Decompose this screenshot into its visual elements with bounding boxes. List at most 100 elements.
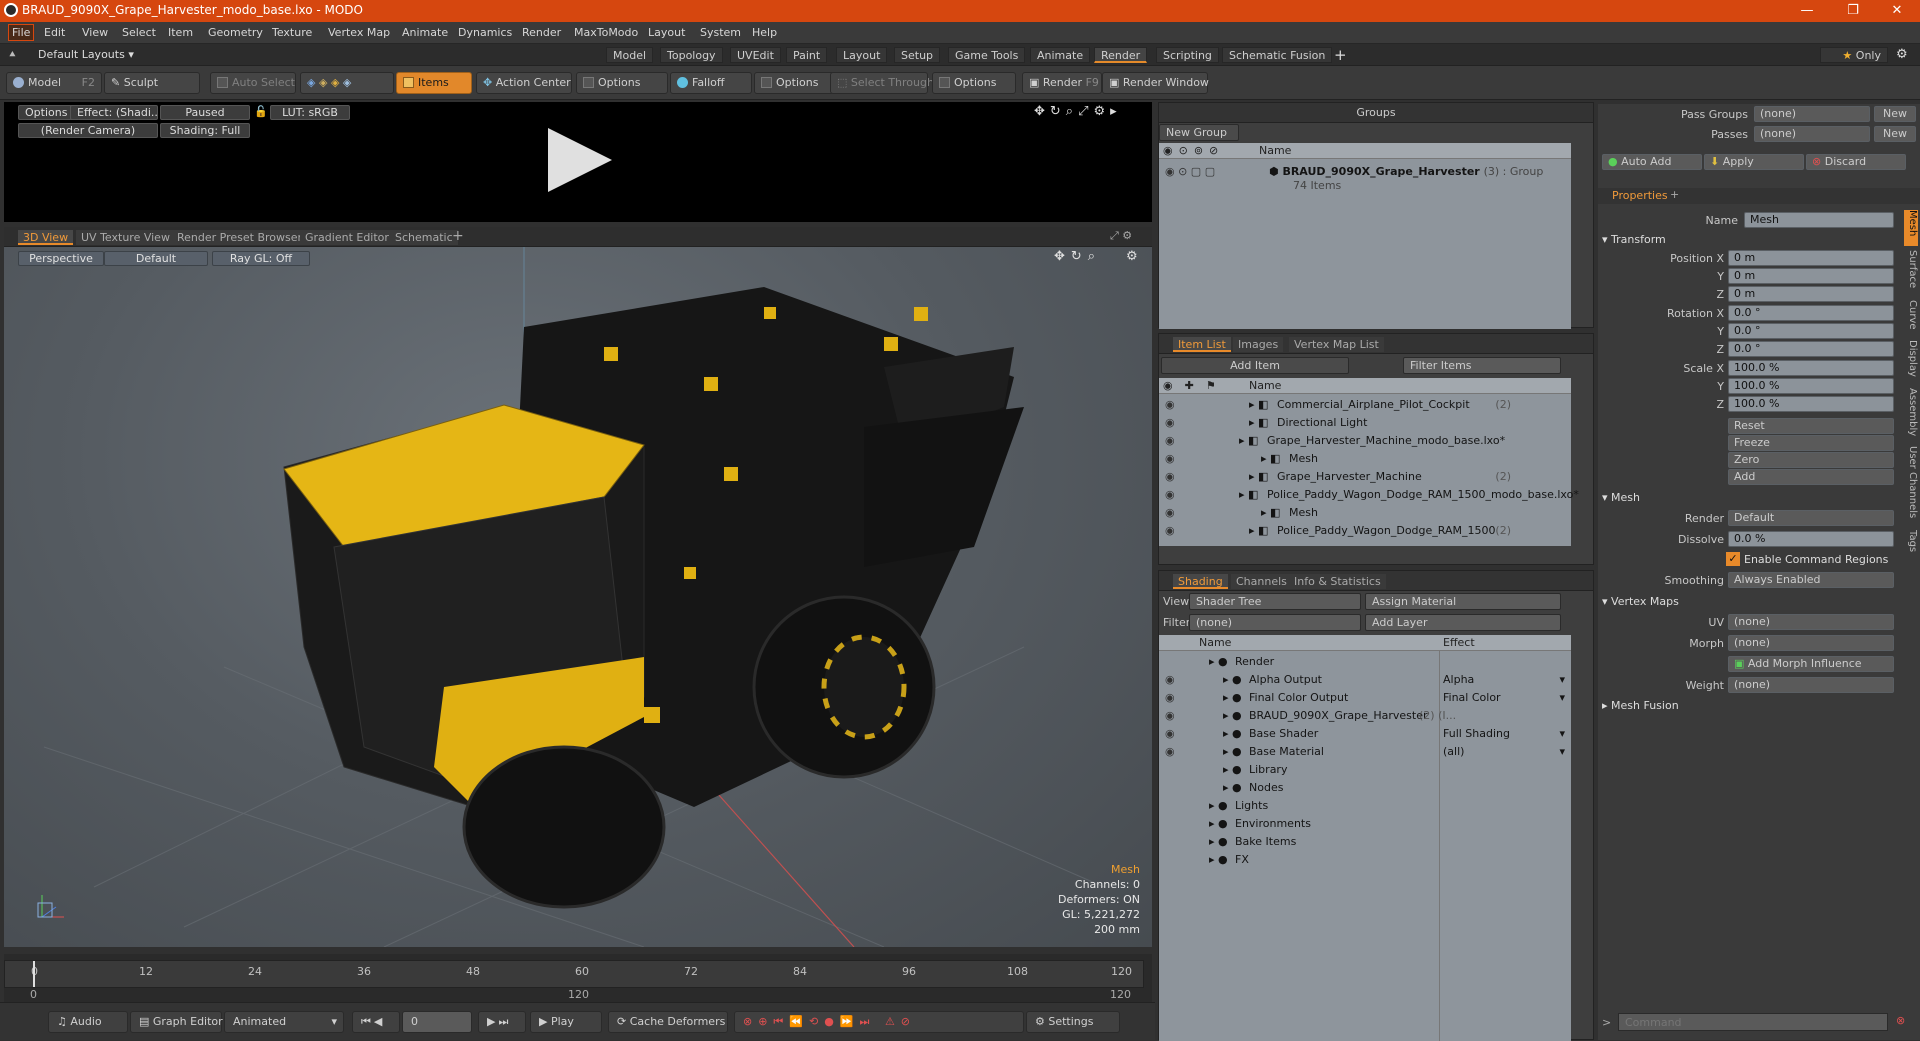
tab-scripting[interactable]: Scripting (1156, 47, 1219, 63)
tab-uvedit[interactable]: UVEdit (730, 47, 781, 63)
tab-topology[interactable]: Topology (660, 47, 723, 63)
visibility-eye-icon[interactable]: ◉ (1165, 396, 1175, 414)
vertices-mode-icon[interactable]: ◈ (307, 76, 315, 89)
discard-button[interactable]: ⊗ Discard (1806, 154, 1906, 170)
preview-options-button[interactable]: Options (18, 105, 75, 120)
close-icon[interactable]: ✕ (1874, 0, 1920, 22)
scale-z-field[interactable]: 100.0 % (1728, 396, 1894, 412)
position-x-field[interactable]: 0 m (1728, 250, 1894, 266)
side-tab-display[interactable]: Display (1904, 340, 1918, 382)
chevron-down-icon[interactable]: ▾ (1559, 725, 1565, 743)
maximize-icon[interactable]: ❐ (1830, 0, 1876, 22)
next-key-buttons[interactable]: ▶⏭ (478, 1011, 526, 1033)
render-button[interactable]: ▣ Render F9 (1022, 72, 1102, 94)
menu-maxtomodo[interactable]: MaxToModo (574, 26, 638, 39)
visibility-eye-icon[interactable]: ◉ (1165, 432, 1175, 450)
tab-channels[interactable]: Channels (1231, 574, 1292, 589)
passes-dropdown[interactable]: (none) (1754, 126, 1870, 142)
paused-button[interactable]: Paused (160, 105, 250, 120)
visibility-eye-icon[interactable]: ◉ (1165, 468, 1175, 486)
tab-render[interactable]: Render (1094, 47, 1148, 63)
model-button[interactable]: Model F2 (6, 72, 102, 94)
add-item-dropdown[interactable]: Add Item (1161, 357, 1349, 374)
chevron-down-icon[interactable]: ▾ (1559, 689, 1565, 707)
menu-geometry[interactable]: Geometry (208, 26, 263, 39)
menu-texture[interactable]: Texture (272, 26, 312, 39)
view-dropdown[interactable]: Shader Tree (1189, 593, 1361, 610)
command-input[interactable] (1618, 1013, 1888, 1031)
settings-button[interactable]: ⚙ Settings (1026, 1011, 1120, 1033)
play-render-icon[interactable] (548, 128, 612, 192)
timeline-ruler[interactable]: 0 12 24 36 48 60 72 84 96 108 120 (4, 960, 1144, 988)
auto-select-button[interactable]: Auto Select (210, 72, 296, 94)
tab-properties[interactable]: Properties (1612, 189, 1668, 202)
tab-3d-view[interactable]: 3D View (18, 230, 74, 245)
only-toggle[interactable]: ★ Only (1820, 47, 1888, 63)
edges-mode-icon[interactable]: ◈ (319, 76, 327, 89)
weight-dropdown[interactable]: (none) (1728, 677, 1894, 693)
frame-input[interactable]: 0 (402, 1011, 472, 1033)
new-group-button[interactable]: New Group (1159, 124, 1239, 141)
shader-row[interactable]: ◉ ▸ ● Base Shader Full Shading ▾ (1159, 725, 1571, 743)
effect-dropdown[interactable]: Effect: (Shadi... (70, 105, 158, 120)
morph-dropdown[interactable]: (none) (1728, 635, 1894, 651)
layout-menu-icon[interactable]: ⯅ (8, 48, 17, 62)
tab-game-tools[interactable]: Game Tools (948, 47, 1026, 63)
3d-viewport[interactable]: Perspective Default Ray GL: Off ✥↻⌕ ⚙ Me… (4, 247, 1152, 947)
position-y-field[interactable]: 0 m (1728, 268, 1894, 284)
viewport-expand-icon[interactable]: ⤢ ⚙ (1110, 229, 1132, 243)
shader-row[interactable]: ◉ ▸ ● Final Color Output Final Color ▾ (1159, 689, 1571, 707)
action-center-button[interactable]: ✥ Action Center (476, 72, 572, 94)
filter-dropdown[interactable]: (none) (1189, 614, 1361, 631)
item-row[interactable]: ◉ ▸ ◧ Commercial_Airplane_Pilot_Cockpit (2… (1159, 396, 1571, 414)
shader-tree[interactable]: Name Effect ▸ ● Render ◉ ▸ ● Alpha Output Al… (1159, 635, 1571, 1041)
shader-row[interactable]: ◉ ▸ ● Base Material (all) ▾ (1159, 743, 1571, 761)
visibility-eye-icon[interactable]: ◉ (1165, 450, 1175, 468)
side-tab-mesh[interactable]: Mesh (1904, 210, 1918, 246)
record-key-tools[interactable]: ⊗⊕⏮⏪⟲●⏩⏭ ⚠⊘ (734, 1011, 1024, 1033)
polygons-mode-icon[interactable]: ◈ (331, 76, 339, 89)
dissolve-field[interactable]: 0.0 % (1728, 531, 1894, 547)
animated-dropdown[interactable]: Animated ▾ (224, 1011, 344, 1033)
menu-vertex-map[interactable]: Vertex Map (328, 26, 390, 39)
shader-row[interactable]: ▸ ● Bake Items (1159, 833, 1571, 851)
rotation-z-field[interactable]: 0.0 ° (1728, 341, 1894, 357)
freeze-dropdown[interactable]: Freeze (1728, 435, 1894, 451)
item-row[interactable]: ◉ ▸ ◧ Mesh (1159, 450, 1571, 468)
visibility-eye-icon[interactable]: ◉ (1165, 504, 1175, 522)
menu-file[interactable]: File (8, 24, 35, 41)
render-dropdown[interactable]: Default (1728, 510, 1894, 526)
options-button-1[interactable]: Options (576, 72, 668, 94)
menu-dynamics[interactable]: Dynamics (458, 26, 512, 39)
tab-model[interactable]: Model (606, 47, 654, 63)
visibility-eye-icon[interactable]: ◉ (1165, 486, 1175, 504)
play-button[interactable]: ▶ Play (530, 1011, 602, 1033)
shader-row[interactable]: ◉ ▸ ● Alpha Output Alpha ▾ (1159, 671, 1571, 689)
shader-row[interactable]: ▸ ● Nodes (1159, 779, 1571, 797)
shading-dropdown[interactable]: Shading: Full (160, 123, 250, 138)
shader-row[interactable]: ▸ ● FX (1159, 851, 1571, 869)
enable-command-regions-checkbox[interactable]: ✓ (1726, 552, 1740, 566)
item-row[interactable]: ◉ ▸ ◧ Mesh (1159, 504, 1571, 522)
visibility-eye-icon[interactable]: ◉ (1165, 671, 1175, 689)
options-button-2[interactable]: Options (754, 72, 834, 94)
tab-shading[interactable]: Shading (1173, 574, 1228, 589)
render-camera-dropdown[interactable]: (Render Camera) (18, 123, 158, 138)
visibility-eye-icon[interactable]: ◉ (1165, 707, 1175, 725)
position-z-field[interactable]: 0 m (1728, 286, 1894, 302)
audio-button[interactable]: ♫ Audio (48, 1011, 128, 1033)
menu-view[interactable]: View (82, 26, 108, 39)
tab-schematic-fusion[interactable]: Schematic Fusion (1222, 47, 1333, 63)
menu-select[interactable]: Select (122, 26, 156, 39)
menu-animate[interactable]: Animate (402, 26, 448, 39)
rotation-x-field[interactable]: 0.0 ° (1728, 305, 1894, 321)
zero-dropdown[interactable]: Zero (1728, 452, 1894, 468)
tab-item-list[interactable]: Item List (1173, 337, 1231, 352)
add-morph-influence-button[interactable]: ▣ Add Morph Influence (1728, 656, 1894, 672)
command-stop-icon[interactable]: ⊗ (1896, 1014, 1905, 1027)
visibility-eye-icon[interactable]: ◉ (1165, 414, 1175, 432)
mesh-section[interactable]: ▾ Mesh (1602, 490, 1640, 506)
tab-info-statistics[interactable]: Info & Statistics (1289, 574, 1386, 589)
shader-row[interactable]: ▸ ● Library (1159, 761, 1571, 779)
visibility-eye-icon[interactable]: ◉ (1165, 522, 1175, 540)
